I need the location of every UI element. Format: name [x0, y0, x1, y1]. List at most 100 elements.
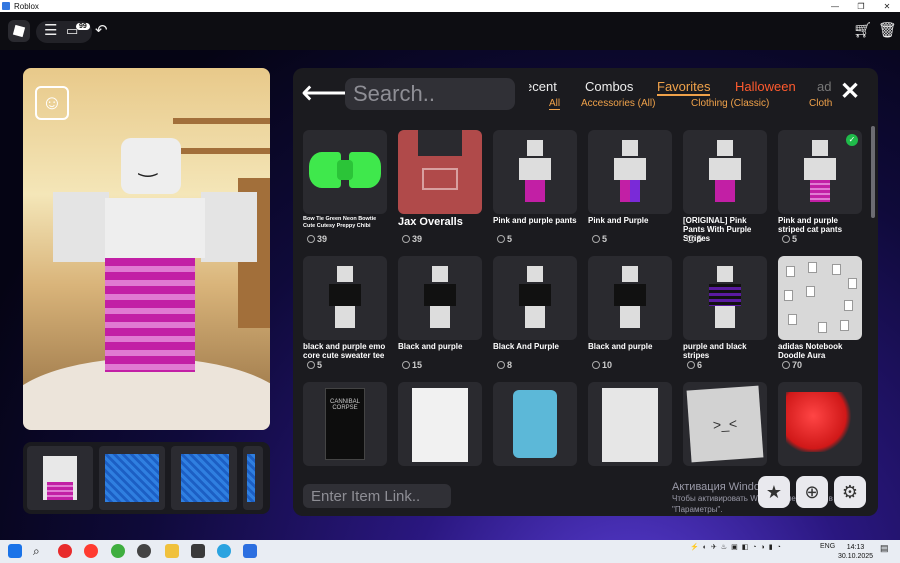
close-icon[interactable]: ✕	[840, 80, 860, 104]
undo-icon[interactable]: ↶	[95, 21, 108, 41]
star-icon[interactable]: ★	[758, 476, 790, 508]
item-card[interactable]	[303, 256, 387, 340]
yandex-browser-icon[interactable]	[58, 544, 72, 558]
notifications-icon[interactable]: ▤	[880, 543, 889, 554]
item-card[interactable]: CANNIBAL CORPSE	[303, 382, 387, 466]
item-price-value: 5	[602, 234, 608, 244]
shirt-thumbnail	[709, 266, 741, 330]
cart-icon[interactable]: 🛒︎	[853, 21, 872, 41]
item-price-value: 70	[792, 360, 803, 370]
item-card[interactable]	[683, 130, 767, 214]
shirt-thumbnail	[329, 266, 361, 330]
item-price-value: 8	[507, 360, 513, 370]
windows-start-icon[interactable]	[8, 544, 22, 558]
robux-icon	[307, 235, 315, 243]
blue-face-thumbnail	[513, 390, 557, 458]
roblox-logo-icon[interactable]	[8, 20, 30, 42]
outfit-slot[interactable]	[99, 446, 165, 510]
settings-icon[interactable]: ⚙	[834, 476, 866, 508]
roblox-topbar: ☰ ▭ 99 ↶ 🛒︎ 🗑︎	[0, 12, 900, 50]
paper-face-thumbnail: >_<	[686, 385, 764, 463]
subtab-all[interactable]: All	[549, 98, 561, 110]
folder-icon[interactable]	[165, 544, 179, 558]
outfit-slot[interactable]	[27, 446, 93, 510]
item-card[interactable]	[588, 256, 672, 340]
item-card[interactable]	[683, 256, 767, 340]
item-card[interactable]	[493, 130, 577, 214]
book-thumbnail: CANNIBAL CORPSE	[325, 388, 365, 460]
item-card[interactable]	[588, 382, 672, 466]
category-tabs: ecent Combos Favorites Halloween ad	[529, 78, 835, 98]
item-price: 39	[402, 234, 422, 244]
pants-thumbnail	[804, 140, 836, 204]
item-price: 8	[497, 360, 512, 370]
window-titlebar: Roblox — ❐ ✕	[0, 0, 900, 12]
shirt-thumbnail	[614, 266, 646, 330]
item-card[interactable]	[398, 130, 482, 214]
item-link-input[interactable]	[303, 484, 451, 508]
minimize-button[interactable]: —	[822, 2, 848, 11]
item-price: 5	[782, 234, 797, 244]
item-card[interactable]	[493, 382, 577, 466]
shirt-thumbnail	[424, 266, 456, 330]
app-icon[interactable]	[191, 544, 205, 558]
outfit-slot[interactable]	[243, 446, 263, 510]
robux-icon	[307, 361, 315, 369]
telegram-icon[interactable]	[217, 544, 231, 558]
robux-icon	[497, 235, 505, 243]
search-input[interactable]	[345, 78, 515, 110]
avatar-pants	[105, 258, 195, 372]
item-price-value: 39	[412, 234, 423, 244]
trash-icon[interactable]: 🗑︎	[878, 21, 897, 41]
subtab-clothing-more[interactable]: Cloth	[809, 98, 832, 109]
avatar-model: ‿	[53, 138, 257, 378]
scrollbar[interactable]	[871, 126, 875, 218]
search-icon[interactable]: ⌕	[33, 544, 47, 558]
item-name: black and purple emo core cute sweater t…	[303, 342, 386, 360]
item-grid: Bow Tie Green Neon Bowtie Cute Cutesy Pr…	[303, 130, 868, 470]
item-card[interactable]	[493, 256, 577, 340]
github-icon[interactable]	[137, 544, 151, 558]
robux-icon	[782, 235, 790, 243]
robux-icon	[402, 361, 410, 369]
item-card[interactable]	[778, 382, 862, 466]
item-price: 10	[592, 360, 612, 370]
taskbar-clock[interactable]: 14:13 30.10.2025	[838, 543, 873, 561]
system-tray-icons[interactable]: ⚡◐✈♨▣◧◔◑▮◔	[690, 543, 785, 551]
subtab-clothing-classic[interactable]: Clothing (Classic)	[691, 98, 769, 109]
item-name: purple and black stripes	[683, 342, 747, 360]
subtab-accessories[interactable]: Accessories (All)	[581, 98, 655, 109]
language-indicator[interactable]: ENG	[820, 543, 835, 550]
tab-combos[interactable]: Combos	[585, 79, 633, 94]
item-card[interactable]	[778, 256, 862, 340]
item-card[interactable]	[303, 130, 387, 214]
yandex-icon[interactable]	[84, 544, 98, 558]
face-frame-icon[interactable]: ☺	[35, 86, 69, 120]
item-price: 70	[782, 360, 802, 370]
avatar-preview[interactable]: ☺ ‿	[23, 68, 270, 430]
item-card[interactable]: >_<	[683, 382, 767, 466]
item-card[interactable]	[588, 130, 672, 214]
item-card[interactable]	[398, 256, 482, 340]
bow-thumbnail	[309, 150, 381, 190]
utorrent-icon[interactable]	[111, 544, 125, 558]
back-arrow-icon[interactable]: ⟵	[301, 76, 350, 110]
item-card[interactable]	[398, 382, 482, 466]
roblox-taskbar-icon[interactable]	[243, 544, 257, 558]
item-price: 5	[307, 360, 322, 370]
item-price: 15	[402, 360, 422, 370]
menu-icon[interactable]: ☰	[44, 21, 57, 41]
tab-favorites[interactable]: Favorites	[657, 79, 711, 96]
windows-taskbar: ⌕ ⚡◐✈♨▣◧◔◑▮◔ ENG 14:13 30.10.2025 ▤	[0, 540, 900, 563]
item-card[interactable]: ✓	[778, 130, 862, 214]
chat-badge: 99	[76, 23, 90, 30]
tab-halloween[interactable]: Halloween	[735, 79, 796, 94]
outfit-slot[interactable]	[171, 446, 237, 510]
maximize-button[interactable]: ❐	[848, 2, 874, 11]
outfit-strip	[23, 442, 270, 514]
close-window-button[interactable]: ✕	[874, 2, 900, 11]
item-name: Black and purple	[398, 342, 463, 351]
tab-more[interactable]: ad	[817, 79, 831, 94]
zoom-icon[interactable]: ⊕	[796, 476, 828, 508]
tab-recent[interactable]: ecent	[529, 79, 557, 94]
